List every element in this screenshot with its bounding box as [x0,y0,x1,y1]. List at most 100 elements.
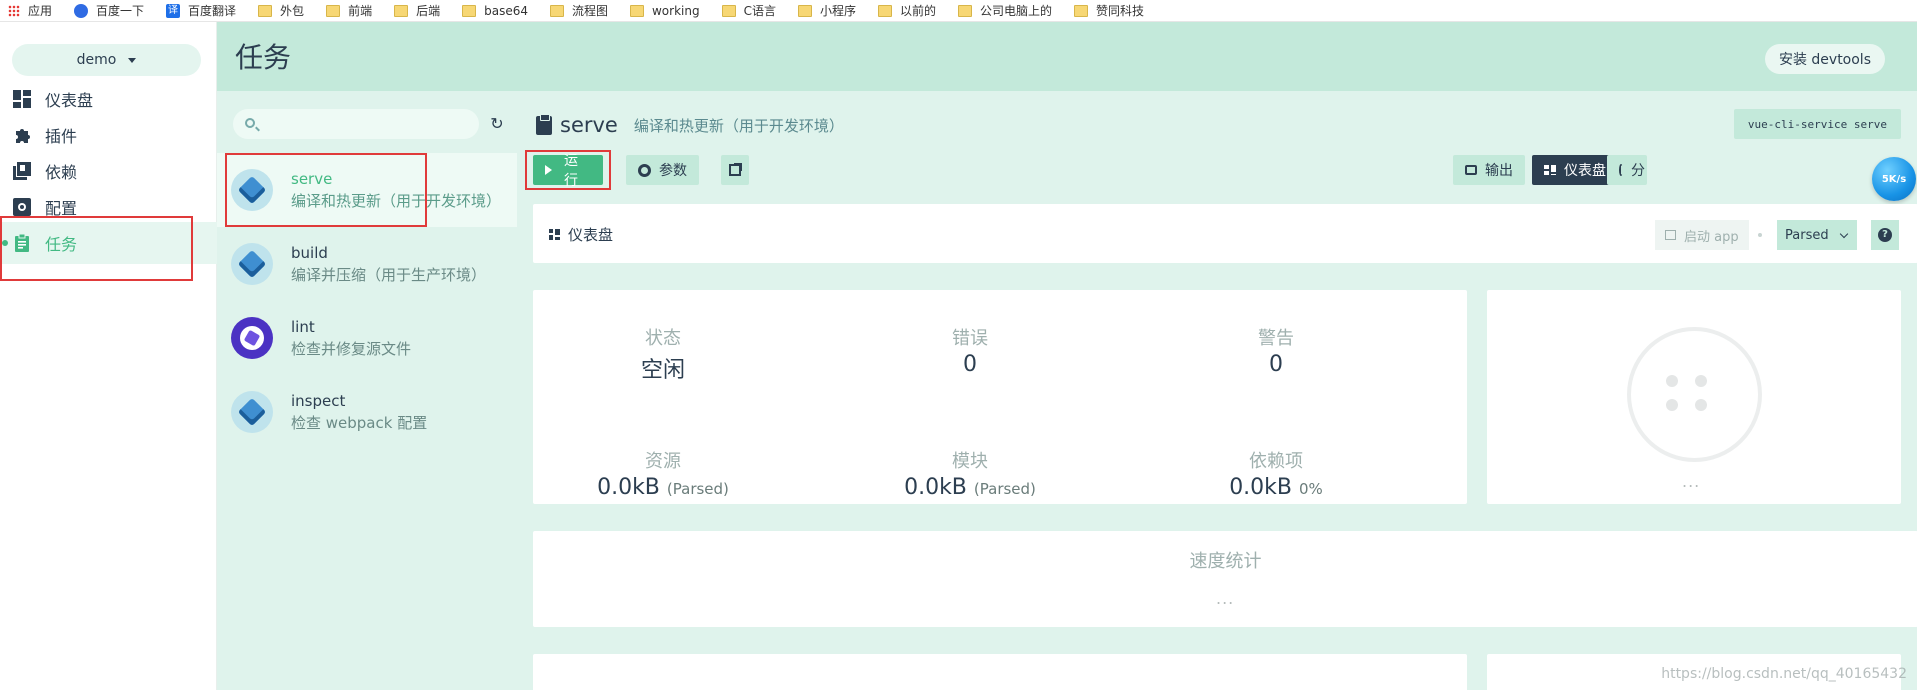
bookmark-item[interactable]: 小程序 [797,2,856,19]
clipboard-icon [13,234,31,252]
stat-label: 警告 [1258,328,1294,349]
folder-icon [258,4,273,17]
analyzer-label: 分 [1631,163,1645,179]
run-label: 运行 [564,153,578,189]
eslint-icon [231,317,273,359]
folder-icon [462,4,477,17]
bookmark-label: 赞同科技 [1096,4,1145,18]
empty-face-icon [1627,327,1762,462]
project-name: demo [76,52,117,68]
baidu-icon [74,3,89,18]
size-mode-value: Parsed [1785,227,1829,243]
bookmark-item[interactable]: 外包 [258,2,304,19]
task-desc: 编译和热更新（用于开发环境） [291,191,501,210]
open-in-browser-icon [1665,230,1676,240]
task-detail: serve 编译和热更新（用于开发环境） vue-cli-service ser… [517,91,1917,690]
stat-value: 0.0kB 0% [1229,475,1323,500]
bookmark-label: 小程序 [819,4,856,18]
stat-label: 错误 [952,328,988,349]
webpack-icon [231,243,273,285]
bookmark-item[interactable]: 公司电脑上的 [958,2,1052,19]
stat-label: 状态 [645,328,681,349]
sidebar-item-tasks[interactable]: 任务 [0,222,217,264]
stat-assets: 资源 0.0kB (Parsed) [563,447,763,500]
stat-label: 依赖项 [1249,451,1303,472]
task-description: 编译和热更新（用于开发环境） [633,116,844,135]
search-input[interactable] [233,109,479,139]
tab-dashboard[interactable]: 仪表盘 [1532,155,1618,185]
task-desc: 编译并压缩（用于生产环境） [291,265,487,284]
bookmark-label: 百度翻译 [188,4,237,18]
run-button[interactable]: 运行 [533,153,603,189]
open-external-button[interactable] [721,155,749,185]
stat-label: 资源 [645,451,681,472]
bookmark-item[interactable]: 前端 [326,2,372,19]
bookmark-item[interactable]: C语言 [721,2,776,19]
bookmark-label: base64 [484,3,528,18]
stat-label: 模块 [952,451,988,472]
gear-icon [638,163,651,177]
help-button[interactable]: ? [1871,220,1899,250]
tab-analyzer[interactable]: 分 [1607,155,1647,185]
folder-icon [721,4,736,17]
size-mode-select[interactable]: Parsed [1777,220,1857,250]
stat-value: 空闲 [640,358,685,383]
folder-icon [797,4,812,17]
bookmark-label: 前端 [348,4,373,18]
bookmark-item[interactable]: 流程图 [549,2,608,19]
tab-output[interactable]: 输出 [1453,155,1525,185]
stat-value: 0 [1269,352,1283,377]
stat-errors: 错误 0 [870,324,1070,377]
left-nav: demo 仪表盘 插件 依赖 配置 任务 [0,22,217,690]
watermark: https://blog.csdn.net/qq_40165432 [1661,666,1907,682]
puzzle-icon [13,126,31,144]
bookmark-item[interactable]: working [629,3,700,18]
launch-app-button[interactable]: 启动 app [1655,220,1749,250]
sidebar-item-label: 插件 [45,127,78,146]
separator-dot [1758,233,1762,237]
task-header: serve 编译和热更新（用于开发环境） [536,113,844,137]
bookmark-item[interactable]: base64 [462,4,528,18]
bottom-card [533,654,1467,690]
folder-icon [549,4,564,17]
folder-icon [878,4,892,17]
task-item-lint[interactable]: lint 检查并修复源文件 [217,301,517,375]
bookmark-label: 流程图 [571,4,608,18]
help-icon: ? [1878,228,1892,242]
bookmark-item[interactable]: 译百度翻译 [166,2,236,19]
build-status-card: 状态 空闲 错误 0 警告 0 资源 0.0kB (Parsed) 模块 0.0… [533,290,1467,504]
bookmark-item[interactable]: 应用 [8,2,52,19]
task-name: serve [291,169,333,188]
params-button[interactable]: 参数 [626,155,699,185]
clipboard-icon [536,113,552,135]
bookmark-label: C语言 [743,4,776,18]
sidebar-item-label: 仪表盘 [45,91,94,110]
loading-dots: ... [1216,589,1235,608]
task-list: ↻ serve 编译和热更新（用于开发环境） build 编译并压缩（用于生产环… [217,91,517,690]
loading-dots: ... [1682,472,1701,491]
bookmark-label: 外包 [280,4,305,18]
folder-icon [1074,4,1089,17]
bookmark-label: working [651,3,700,18]
terminal-icon [1465,165,1477,175]
webpack-inspect-icon [231,391,273,433]
dashboard-icon [549,229,560,240]
bookmark-item[interactable]: 赞同科技 [1074,2,1144,19]
task-item-inspect[interactable]: inspect 检查 webpack 配置 [217,375,517,449]
task-item-build[interactable]: build 编译并压缩（用于生产环境） [217,227,517,301]
task-desc: 检查 webpack 配置 [291,413,428,432]
refresh-icon[interactable]: ↻ [486,113,508,135]
sidebar-item-label: 任务 [45,235,78,254]
folder-icon [629,4,644,17]
task-item-serve[interactable]: serve 编译和热更新（用于开发环境） [217,153,517,227]
project-selector[interactable]: demo [12,44,201,76]
install-devtools-button[interactable]: 安装 devtools [1764,44,1885,74]
bookmark-item[interactable]: 后端 [394,2,440,19]
sidebar-item-label: 依赖 [45,163,78,182]
launch-label: 启动 app [1684,229,1739,245]
page-title: 任务 [235,41,292,74]
bookmark-item[interactable]: 百度一下 [74,2,144,19]
open-external-icon [729,163,742,176]
bookmark-item[interactable]: 以前的 [878,2,936,19]
speed-title: 速度统计 [1189,551,1262,572]
